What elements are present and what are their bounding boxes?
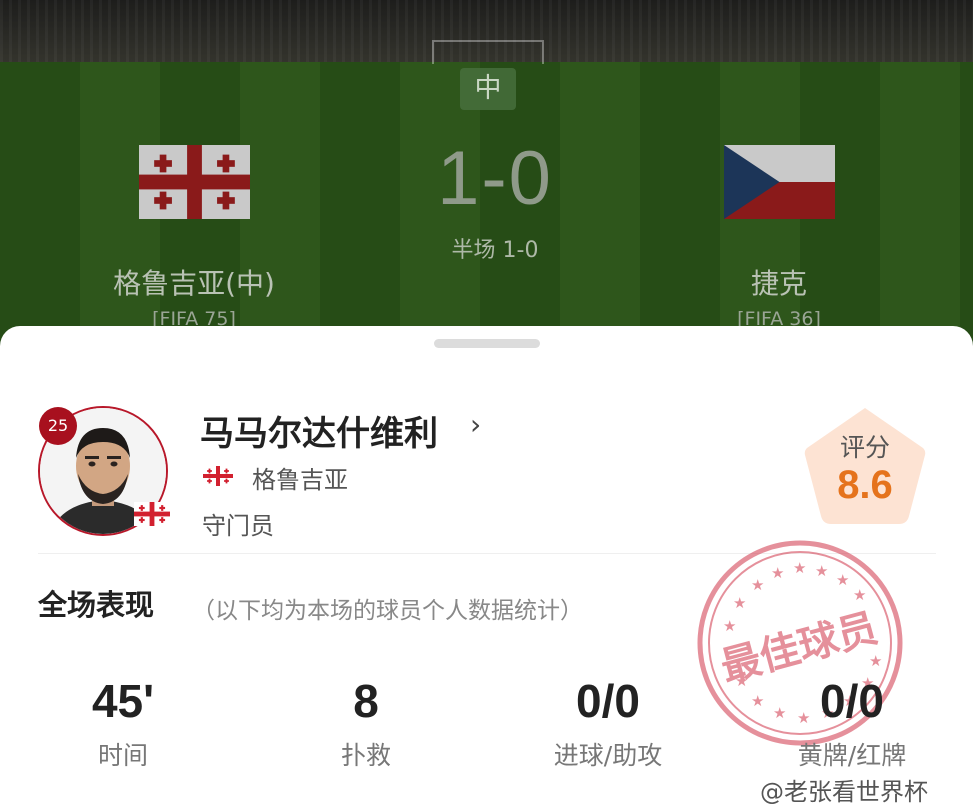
- stat-value: 45': [91, 675, 155, 727]
- drag-handle[interactable]: [434, 339, 540, 348]
- stat-label: 扑救: [340, 741, 391, 770]
- player-team: 格鲁吉亚: [252, 466, 348, 494]
- stat-label: 时间: [97, 741, 148, 770]
- stat-time: 45' 时间: [33, 674, 213, 772]
- stat-label: 进球/助攻: [553, 741, 663, 770]
- stat-value: 0/0: [576, 675, 640, 727]
- svg-text:★: ★: [793, 559, 806, 577]
- neutral-venue-badge: 中: [460, 68, 516, 110]
- stat-value: 8: [353, 675, 379, 727]
- svg-text:★: ★: [853, 586, 866, 604]
- czech-flag-icon: [724, 145, 835, 219]
- home-team-name[interactable]: 格鲁吉亚(中): [74, 262, 314, 302]
- chevron-right-icon[interactable]: ›: [470, 408, 481, 441]
- goal-frame: [432, 40, 544, 64]
- watermark-text: @老张看世界杯: [760, 778, 928, 806]
- svg-text:★: ★: [723, 617, 736, 635]
- georgia-flag-icon: [134, 502, 170, 526]
- player-position: 守门员: [202, 512, 274, 540]
- match-header: 中 1-0 半场 1-0 格鲁吉亚(中) [FIFA 75] 捷克 [FIFA …: [0, 0, 973, 360]
- jersey-number-badge: 25: [39, 407, 77, 445]
- rating-value: 8.6: [837, 463, 893, 507]
- georgia-flag-icon: [139, 145, 250, 219]
- halftime-score: 半场 1-0: [451, 238, 539, 263]
- svg-text:★: ★: [733, 594, 746, 612]
- stat-value: 0/0: [820, 675, 884, 727]
- stat-goals-assists: 0/0 进球/助攻: [518, 674, 698, 772]
- player-card: 25 马马尔达什维利 › 格鲁吉亚 守门员 评分 8.6 全场表现 （以下均为本…: [0, 326, 973, 808]
- svg-text:★: ★: [751, 576, 764, 594]
- player-name-link[interactable]: 马马尔达什维利: [200, 406, 438, 455]
- svg-text:★: ★: [815, 562, 828, 580]
- performance-title: 全场表现: [38, 588, 155, 622]
- svg-text:★: ★: [869, 652, 882, 670]
- svg-text:★: ★: [771, 564, 784, 582]
- match-score: 1-0: [437, 136, 553, 221]
- georgia-flag-icon: [203, 466, 233, 486]
- stat-cards: 0/0 黄牌/红牌: [762, 674, 942, 772]
- rating-label: 评分: [839, 433, 890, 462]
- stat-label: 黄牌/红牌: [797, 741, 907, 770]
- svg-text:★: ★: [836, 571, 849, 589]
- performance-note: （以下均为本场的球员个人数据统计）: [192, 598, 583, 624]
- stat-saves: 8 扑救: [276, 674, 456, 772]
- away-team-name[interactable]: 捷克: [659, 262, 899, 302]
